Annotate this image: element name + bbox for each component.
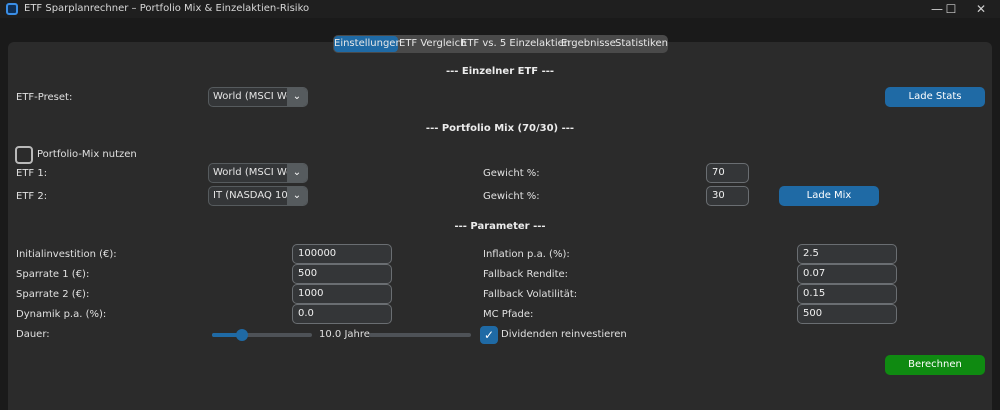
weight2-value: 30 — [712, 190, 725, 201]
fallback-volatility-label: Fallback Volatilität: — [483, 289, 578, 300]
app-icon — [6, 3, 18, 15]
etf2-value: IT (NASDAQ 100) — [213, 190, 289, 201]
window-title: ETF Sparplanrechner – Portfolio Mix & Ei… — [24, 3, 310, 14]
etf-preset-value: World (MSCI World) — [213, 91, 289, 102]
savings-rate2-label: Sparrate 2 (€): — [16, 289, 90, 300]
maximize-button[interactable]: ☐ — [936, 0, 966, 18]
calculate-button[interactable]: Berechnen — [885, 355, 985, 375]
duration-slider[interactable] — [212, 333, 312, 337]
load-mix-button[interactable]: Lade Mix — [779, 186, 879, 206]
tab-statistiken[interactable]: Statistiken — [615, 36, 668, 52]
dynamic-value: 0.0 — [298, 308, 314, 319]
initial-investment-value: 100000 — [298, 248, 337, 259]
duration-slider-handle[interactable] — [236, 329, 248, 341]
tab-etf-vergleich[interactable]: ETF Vergleich — [399, 36, 466, 52]
etf2-label: ETF 2: — [16, 191, 48, 202]
weight2-label: Gewicht %: — [483, 191, 540, 202]
fallback-return-input[interactable]: 0.07 — [797, 264, 897, 284]
etf1-label: ETF 1: — [16, 168, 48, 179]
etf2-dropdown[interactable]: IT (NASDAQ 100) ⌄ — [208, 186, 308, 206]
duration-value: 10.0 Jahre — [319, 329, 370, 340]
single-etf-section-title: --- Einzelner ETF --- — [445, 66, 555, 77]
reinvest-dividends-label: Dividenden reinvestieren — [501, 329, 627, 340]
etf1-dropdown[interactable]: World (MSCI World) ⌄ — [208, 163, 308, 183]
fallback-return-value: 0.07 — [803, 268, 826, 279]
savings-rate2-value: 1000 — [298, 288, 324, 299]
mc-paths-value: 500 — [803, 308, 823, 319]
title-bar: ETF Sparplanrechner – Portfolio Mix & Ei… — [0, 0, 1000, 18]
fallback-volatility-input[interactable]: 0.15 — [797, 284, 897, 304]
mc-paths-input[interactable]: 500 — [797, 304, 897, 324]
etf-preset-dropdown[interactable]: World (MSCI World) ⌄ — [208, 87, 308, 107]
savings-rate1-input[interactable]: 500 — [292, 264, 392, 284]
savings-rate1-label: Sparrate 1 (€): — [16, 269, 90, 280]
weight1-label: Gewicht %: — [483, 168, 540, 179]
checkmark-icon: ✓ — [483, 328, 495, 342]
portfolio-mix-checkbox[interactable] — [15, 146, 33, 164]
fallback-volatility-value: 0.15 — [803, 288, 826, 299]
tab-etf-vs-einzelaktien[interactable]: ETF vs. 5 Einzelaktien — [461, 36, 570, 52]
tab-bar: Einstellungen ETF Vergleich ETF vs. 5 Ei… — [333, 35, 668, 53]
portfolio-mix-section-title: --- Portfolio Mix (70/30) --- — [425, 123, 575, 134]
initial-investment-label: Initialinvestition (€): — [16, 249, 117, 260]
weight2-input[interactable]: 30 — [706, 186, 749, 206]
tab-einstellungen[interactable]: Einstellungen — [334, 36, 402, 52]
dynamic-input[interactable]: 0.0 — [292, 304, 392, 324]
fallback-return-label: Fallback Rendite: — [483, 269, 569, 280]
tab-ergebnisse[interactable]: Ergebnisse — [561, 36, 616, 52]
savings-rate1-value: 500 — [298, 268, 318, 279]
weight1-input[interactable]: 70 — [706, 163, 749, 183]
close-button[interactable]: ✕ — [966, 0, 996, 18]
duration-slider-track-right[interactable] — [369, 333, 471, 337]
chevron-down-icon[interactable]: ⌄ — [287, 187, 307, 205]
inflation-value: 2.5 — [803, 248, 819, 259]
portfolio-mix-label: Portfolio-Mix nutzen — [37, 149, 137, 160]
weight1-value: 70 — [712, 167, 725, 178]
savings-rate2-input[interactable]: 1000 — [292, 284, 392, 304]
initial-investment-input[interactable]: 100000 — [292, 244, 392, 264]
chevron-down-icon[interactable]: ⌄ — [287, 88, 307, 106]
duration-label: Dauer: — [16, 329, 50, 340]
reinvest-dividends-checkbox[interactable]: ✓ — [480, 326, 498, 344]
inflation-label: Inflation p.a. (%): — [483, 249, 570, 260]
chevron-down-icon[interactable]: ⌄ — [287, 164, 307, 182]
mc-paths-label: MC Pfade: — [483, 309, 534, 320]
inflation-input[interactable]: 2.5 — [797, 244, 897, 264]
load-stats-button[interactable]: Lade Stats — [885, 87, 985, 107]
dynamic-label: Dynamik p.a. (%): — [16, 309, 107, 320]
etf-preset-label: ETF-Preset: — [16, 92, 73, 103]
etf1-value: World (MSCI World) — [213, 167, 289, 178]
parameters-section-title: --- Parameter --- — [454, 221, 546, 232]
